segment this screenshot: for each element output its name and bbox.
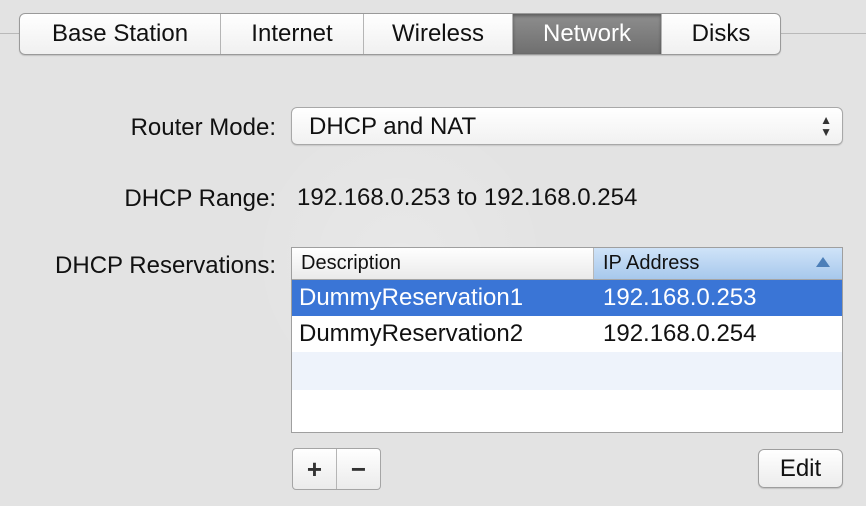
tab-bar: Base Station Internet Wireless Network D… [19,13,781,55]
row-description: DummyReservation2 [299,320,524,347]
column-header-ip-address[interactable]: IP Address [594,248,842,279]
router-mode-label: Router Mode: [130,114,276,141]
column-header-ip-label: IP Address [603,252,700,274]
table-header: Description IP Address [292,248,842,280]
table-row[interactable]: DummyReservation1 192.168.0.253 [292,280,842,316]
remove-button[interactable]: − [336,449,380,489]
tab-disks[interactable]: Disks [662,14,780,54]
add-remove-buttons: + − [292,448,381,490]
empty-row [292,352,842,390]
tab-internet[interactable]: Internet [221,14,364,54]
tab-network[interactable]: Network [513,14,662,54]
router-mode-select[interactable]: DHCP and NAT ▲ ▼ [291,107,843,145]
add-button[interactable]: + [293,449,336,489]
table-row[interactable]: DummyReservation2 192.168.0.254 [292,316,842,352]
empty-row [292,390,842,428]
row-ip-address: 192.168.0.253 [603,284,757,311]
edit-button[interactable]: Edit [758,449,843,488]
column-header-description[interactable]: Description [292,248,594,279]
row-ip-address: 192.168.0.254 [603,320,757,347]
row-description: DummyReservation1 [299,284,524,311]
router-mode-value: DHCP and NAT [309,113,477,140]
sort-ascending-icon [816,257,830,267]
dhcp-range-value: 192.168.0.253 to 192.168.0.254 [297,184,638,211]
reservations-table[interactable]: Description IP Address DummyReservation1… [291,247,843,433]
up-down-chevron-icon: ▲ ▼ [820,113,832,139]
dhcp-range-label: DHCP Range: [124,185,276,212]
dhcp-reservations-label: DHCP Reservations: [55,252,276,279]
tab-wireless[interactable]: Wireless [364,14,513,54]
tab-base-station[interactable]: Base Station [20,14,221,54]
